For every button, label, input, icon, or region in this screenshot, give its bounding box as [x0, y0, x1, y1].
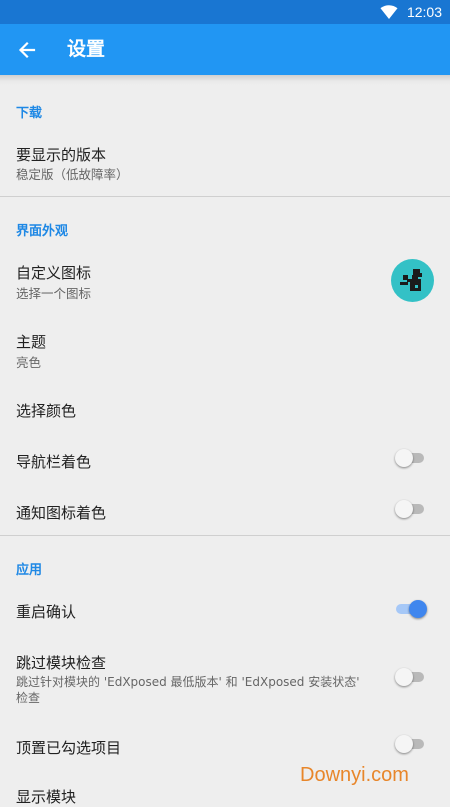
section-header-app: 应用	[16, 563, 43, 578]
switch-thumb	[409, 600, 427, 618]
section-divider	[0, 535, 450, 536]
section-header-appearance: 界面外观	[16, 224, 69, 239]
reboot-confirm-switch[interactable]	[396, 599, 427, 619]
page-title: 设置	[67, 38, 106, 60]
arrow-back-icon[interactable]	[12, 35, 42, 65]
setting-pin-checked-title: 顶置已勾选项目	[16, 739, 122, 757]
setting-custom-icon-subtitle: 选择一个图标	[16, 286, 92, 301]
nav-bar-tint-switch[interactable]	[395, 448, 424, 468]
switch-thumb	[395, 449, 413, 467]
pin-checked-switch[interactable]	[395, 734, 424, 754]
setting-skip-module-check-subtitle-line2: 检查	[16, 691, 41, 705]
section-divider	[0, 196, 450, 197]
skip-module-check-switch[interactable]	[395, 667, 424, 687]
app-puzzle-icon[interactable]	[391, 259, 434, 302]
setting-nav-bar-tint-title: 导航栏着色	[16, 453, 92, 471]
wifi-icon	[380, 5, 398, 19]
setting-custom-icon-title: 自定义图标	[16, 264, 92, 282]
setting-version-title: 要显示的版本	[16, 146, 107, 164]
setting-skip-module-check-subtitle-line1: 跳过针对模块的 'EdXposed 最低版本' 和 'EdXposed 安装状态…	[16, 675, 360, 689]
switch-thumb	[395, 668, 413, 686]
switch-thumb	[395, 500, 413, 518]
app-bar: 设置	[0, 24, 450, 75]
switch-thumb	[395, 735, 413, 753]
clock: 12:03	[406, 4, 442, 20]
app-bar-shadow	[0, 75, 450, 85]
status-bar: 12:03	[0, 0, 450, 24]
notif-icon-tint-switch[interactable]	[395, 499, 424, 519]
setting-version-subtitle: 稳定版（低故障率）	[16, 167, 129, 182]
setting-skip-module-check-title: 跳过模块检查	[16, 654, 107, 672]
watermark: Downyi.com	[300, 764, 409, 786]
setting-pick-color-title: 选择颜色	[16, 402, 77, 420]
puzzle-glyph	[400, 269, 422, 291]
setting-notif-icon-tint-title: 通知图标着色	[16, 504, 107, 522]
setting-theme-subtitle: 亮色	[16, 355, 42, 370]
section-header-download: 下载	[16, 106, 43, 121]
setting-show-modules-title: 显示模块	[16, 788, 77, 806]
setting-theme-title: 主题	[16, 333, 47, 351]
setting-reboot-confirm-title: 重启确认	[16, 603, 77, 621]
